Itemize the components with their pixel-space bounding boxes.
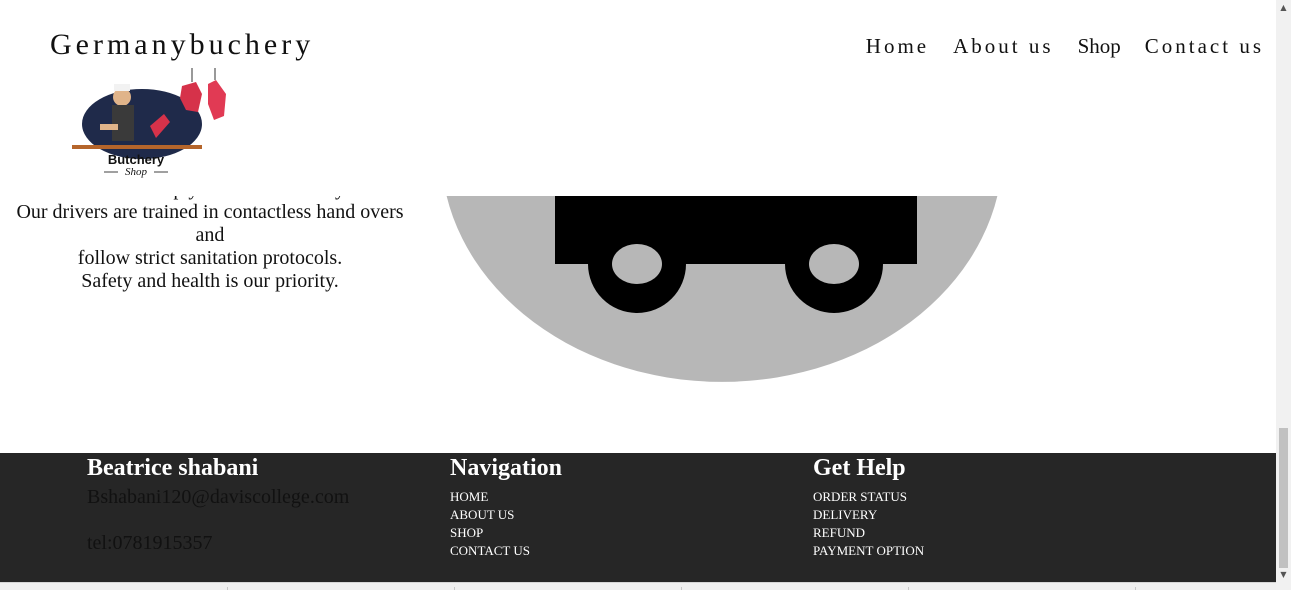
content-line: follow strict sanitation protocols. [77, 247, 343, 269]
footer-owner-name: Beatrice shabani [87, 455, 259, 481]
svg-text:Shop: Shop [125, 166, 148, 178]
footer-link-shop[interactable]: SHOP [450, 524, 562, 542]
svg-text:Butchery: Butchery [108, 152, 165, 167]
site-footer: Beatrice shabani Bshabani120@daviscolleg… [0, 453, 1276, 582]
content-line: Our drivers are trained in contactless h… [16, 201, 404, 246]
footer-navigation-column: Navigation HOME ABOUT US SHOP CONTACT US [450, 455, 562, 560]
arrow-down-icon[interactable]: ▼ [1276, 567, 1291, 582]
main-nav: Home About us Shop Contact us [842, 34, 1264, 59]
footer-link-payment-option[interactable]: PAYMENT OPTION [813, 542, 924, 560]
footer-help-title: Get Help [813, 455, 906, 481]
bottom-strip [0, 582, 1276, 590]
footer-phone[interactable]: tel:0781915357 [87, 532, 349, 555]
arrow-up-icon[interactable]: ▲ [1276, 0, 1291, 15]
footer-email[interactable]: Bshabani120@daviscollege.com [87, 486, 349, 509]
scrollbar-thumb[interactable] [1279, 428, 1288, 568]
footer-link-home[interactable]: HOME [450, 488, 562, 506]
page: the curve and keep yourself and family s… [0, 0, 1276, 590]
butchery-logo[interactable]: Butchery Shop [50, 64, 246, 188]
footer-help-column: Get Help ORDER STATUS DELIVERY REFUND PA… [813, 455, 924, 560]
footer-help-links: ORDER STATUS DELIVERY REFUND PAYMENT OPT… [813, 488, 924, 560]
site-header: Germanybuchery Home About us Shop Contac… [0, 0, 1276, 196]
footer-link-refund[interactable]: REFUND [813, 524, 924, 542]
footer-link-about[interactable]: ABOUT US [450, 506, 562, 524]
footer-contact-column: Beatrice shabani Bshabani120@daviscolleg… [87, 455, 349, 555]
footer-contact-details: Bshabani120@daviscollege.com tel:0781915… [87, 486, 349, 555]
footer-navigation-title: Navigation [450, 455, 563, 481]
footer-link-delivery[interactable]: DELIVERY [813, 506, 924, 524]
footer-navigation-links: HOME ABOUT US SHOP CONTACT US [450, 488, 562, 560]
butcher-logo-icon: Butchery Shop [72, 68, 226, 178]
nav-home-link[interactable]: Home [866, 34, 929, 59]
brand-title: Germanybuchery [50, 28, 315, 61]
footer-link-contact[interactable]: CONTACT US [450, 542, 562, 560]
nav-about-link[interactable]: About us [953, 34, 1053, 59]
nav-shop-link[interactable]: Shop [1078, 34, 1121, 59]
content-line: Safety and health is our priority. [81, 270, 339, 292]
nav-contact-link[interactable]: Contact us [1145, 34, 1264, 59]
footer-link-order-status[interactable]: ORDER STATUS [813, 488, 924, 506]
vertical-scrollbar[interactable]: ▲ ▼ [1276, 0, 1291, 590]
